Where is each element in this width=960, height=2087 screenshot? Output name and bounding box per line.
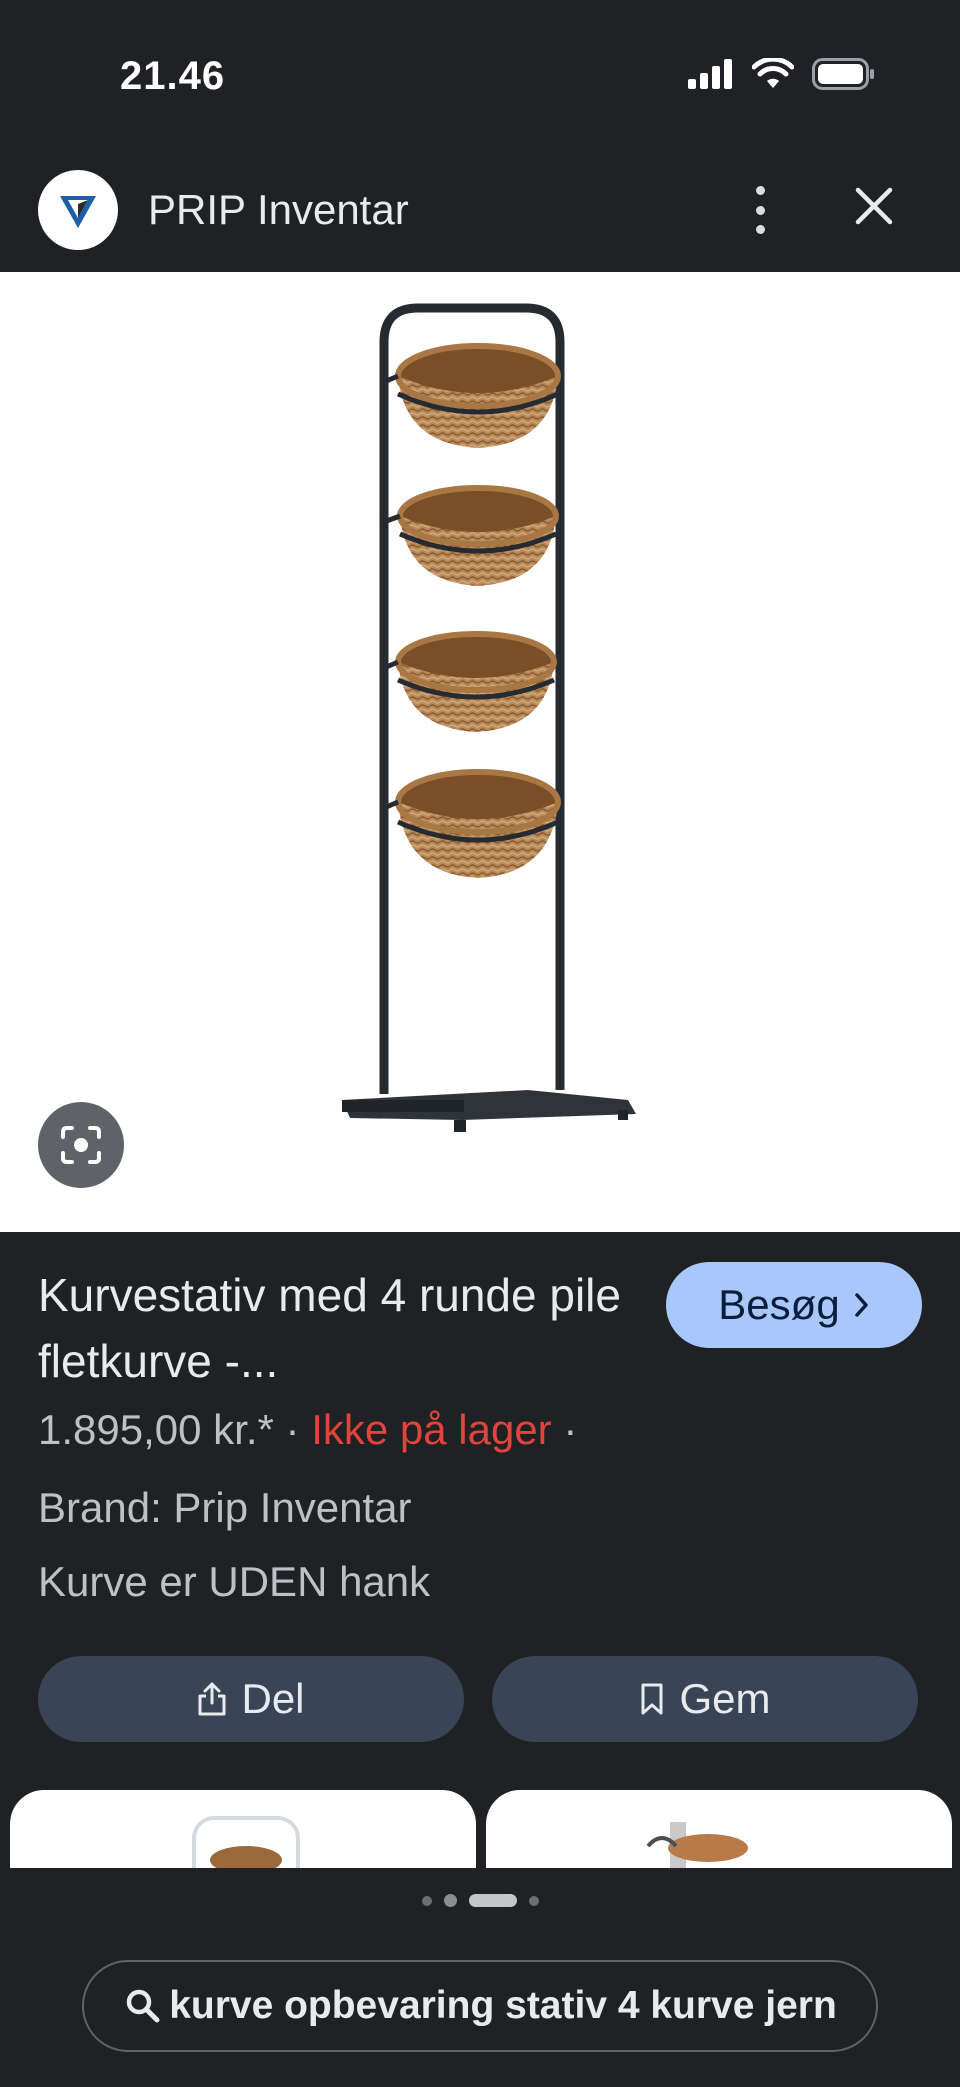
visit-label: Besøg: [718, 1281, 840, 1328]
lens-icon: [61, 1126, 101, 1164]
product-title[interactable]: Kurvestativ med 4 runde pile fletkurve -…: [38, 1262, 628, 1394]
product-image[interactable]: [0, 272, 960, 1232]
brand-line: Brand: Prip Inventar: [38, 1484, 412, 1531]
bottom-bar: kurve opbevaring stativ 4 kurve jern: [0, 1868, 960, 2087]
status-time: 21.46: [120, 54, 226, 98]
save-label: Gem: [679, 1675, 771, 1722]
carousel-dot-active: [468, 1894, 517, 1907]
chevron-right-icon: [854, 1293, 868, 1317]
site-name[interactable]: PRIP Inventar: [148, 186, 409, 234]
price-line: 1.895,00 kr.* · Ikke på lager ·: [38, 1406, 577, 1454]
price: 1.895,00 kr.*: [38, 1406, 274, 1453]
stock-status: Ikke på lager: [311, 1406, 552, 1453]
more-options-button[interactable]: [742, 180, 778, 240]
related-result-thumbnail: [646, 1822, 748, 1868]
save-button[interactable]: Gem: [492, 1656, 918, 1742]
separator: ·: [563, 1406, 578, 1453]
share-label: Del: [241, 1675, 305, 1722]
prip-logo-icon[interactable]: [38, 170, 118, 250]
lens-search-button[interactable]: [38, 1102, 124, 1188]
carousel-dot: [421, 1895, 432, 1906]
description-line: Kurve er UDEN hank: [38, 1558, 431, 1605]
carousel-dot: [443, 1894, 457, 1907]
related-result-thumbnail: [192, 1816, 300, 1868]
status-icons: [688, 58, 876, 90]
search-query-chip[interactable]: kurve opbevaring stativ 4 kurve jern: [82, 1960, 878, 2052]
search-icon: [126, 1989, 160, 2023]
visit-button[interactable]: Besøg: [666, 1262, 922, 1348]
search-query-label: kurve opbevaring stativ 4 kurve jern: [169, 1984, 837, 2027]
related-result-card[interactable]: [486, 1790, 952, 1868]
more-vertical-icon: [755, 186, 765, 195]
cellular-signal-icon: [688, 59, 732, 89]
close-icon[interactable]: [850, 182, 898, 230]
carousel-dot: [528, 1895, 539, 1906]
separator: ·: [285, 1406, 300, 1453]
wifi-icon: [752, 58, 794, 88]
share-button[interactable]: Del: [38, 1656, 464, 1742]
bookmark-icon: [641, 1683, 663, 1715]
related-result-card[interactable]: [10, 1790, 476, 1868]
battery-icon: [812, 58, 874, 90]
product-info-panel: Kurvestativ med 4 runde pile fletkurve -…: [0, 1232, 960, 1802]
related-results: [0, 1788, 960, 1868]
carousel-indicator: [0, 1894, 960, 1907]
app-header: PRIP Inventar: [0, 160, 960, 272]
share-icon: [198, 1682, 226, 1716]
status-bar: 21.46: [0, 0, 960, 160]
basket-stand-image: [342, 303, 636, 1132]
